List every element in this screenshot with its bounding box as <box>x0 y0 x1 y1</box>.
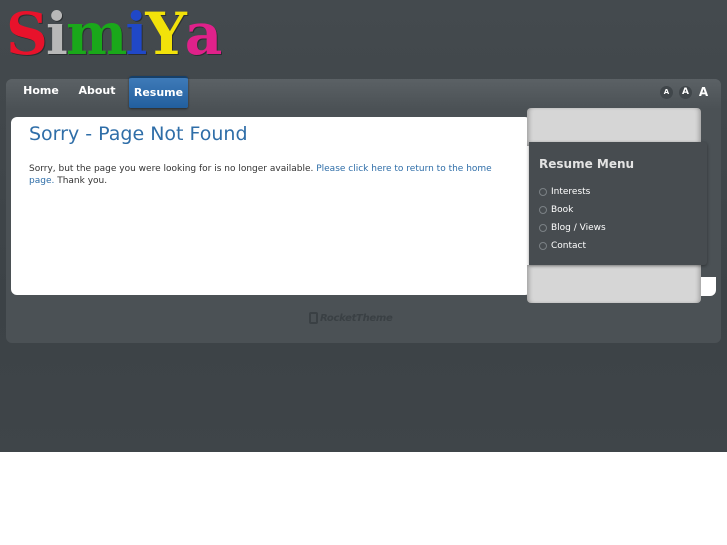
rockettheme-label: RocketTheme <box>320 313 393 324</box>
logo-letter: m <box>65 0 127 68</box>
sidebar-item-label: Contact <box>551 241 587 251</box>
resume-menu-title: Resume Menu <box>539 157 635 171</box>
page-title: Sorry - Page Not Found <box>29 123 248 145</box>
bullet-icon <box>539 188 547 196</box>
nav-item-resume[interactable]: Resume <box>129 76 188 108</box>
font-size-small-button[interactable]: A <box>660 86 673 99</box>
main-wrapper: Home About Resume A A A Sorry - Page Not… <box>6 76 721 343</box>
content-panel: Sorry - Page Not Found Sorry, but the pa… <box>11 117 531 295</box>
font-size-medium-button[interactable]: A <box>679 86 692 99</box>
bullet-icon <box>539 206 547 214</box>
site-logo[interactable]: SimiYa <box>6 0 223 70</box>
logo-letter: i <box>45 0 68 68</box>
sidebar-bottom-scroll <box>527 265 701 303</box>
sidebar-item-blog-views[interactable]: Blog / Views <box>539 219 606 237</box>
sidebar-item-label: Interests <box>551 187 591 197</box>
sidebar-item-interests[interactable]: Interests <box>539 183 606 201</box>
message-text: Sorry, but the page you were looking for… <box>29 164 317 174</box>
sidebar-item-contact[interactable]: Contact <box>539 237 606 255</box>
bullet-icon <box>539 242 547 250</box>
rockettheme-icon <box>309 312 318 324</box>
bullet-icon <box>539 224 547 232</box>
resume-menu: Resume Menu Interests Book Blog / Views … <box>529 142 707 265</box>
rockettheme-logo[interactable]: RocketTheme <box>309 311 419 327</box>
content-panel-edge <box>701 277 716 296</box>
logo-letter: S <box>6 0 48 68</box>
nav-item-home[interactable]: Home <box>18 79 64 105</box>
logo-letter: a <box>184 0 223 68</box>
error-message: Sorry, but the page you were looking for… <box>29 163 509 187</box>
sidebar-top-scroll <box>527 108 701 146</box>
message-text-end: Thank you. <box>54 176 108 186</box>
top-navigation: Home About Resume A A A <box>6 76 721 109</box>
sidebar-item-book[interactable]: Book <box>539 201 606 219</box>
resume-menu-list: Interests Book Blog / Views Contact <box>539 183 606 255</box>
logo-letter: Y <box>145 0 186 68</box>
sidebar-item-label: Book <box>551 205 574 215</box>
sidebar-item-label: Blog / Views <box>551 223 606 233</box>
font-size-large-button[interactable]: A <box>696 86 711 99</box>
logo-letter: i <box>125 0 147 68</box>
nav-item-about[interactable]: About <box>72 79 122 105</box>
